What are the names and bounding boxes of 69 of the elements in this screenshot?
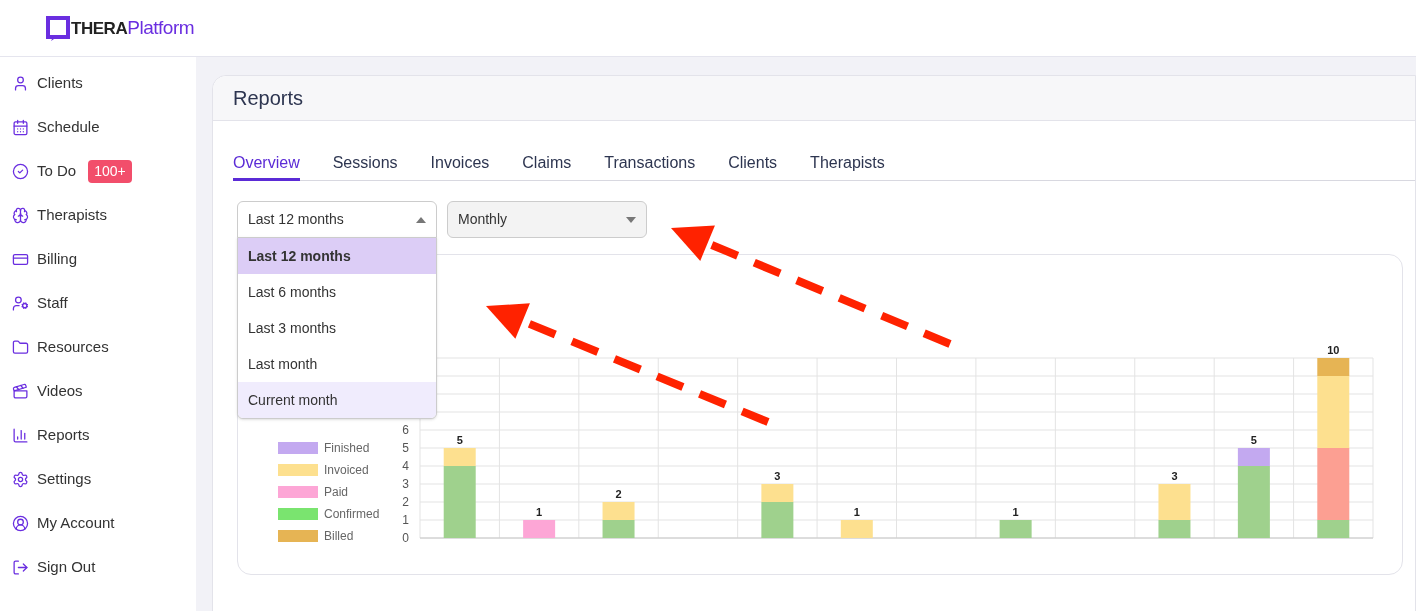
axis-tick-label: 2 [402, 495, 409, 509]
sidebar-item[interactable]: Sign Out [0, 545, 196, 589]
bar-chart-icon [12, 426, 29, 444]
account-icon [12, 514, 29, 532]
caret-icon [416, 216, 426, 223]
sidebar-item[interactable]: Videos [0, 369, 196, 413]
dropdown-option[interactable]: Last 6 months [238, 274, 436, 310]
count-badge: 100+ [88, 159, 132, 183]
settings-icon [12, 470, 29, 488]
bar-total-label: 5 [1250, 434, 1257, 446]
sidebar-item[interactable]: Schedule [0, 105, 196, 149]
sidebar-item[interactable]: Clients [0, 61, 196, 105]
legend-label: Finished [324, 440, 370, 457]
dropdown-option[interactable]: Last 12 months [238, 238, 436, 274]
bar-total-label: 10 [1327, 345, 1340, 356]
bar-total-label: 5 [456, 434, 463, 446]
dropdown-option[interactable]: Last month [238, 346, 436, 382]
dropdown-option[interactable]: Last 3 months [238, 310, 436, 346]
logo[interactable]: THERAPlatform [45, 13, 195, 43]
sidebar-item[interactable]: Billing [0, 237, 196, 281]
sidebar-item[interactable]: Staff [0, 281, 196, 325]
logo-text: THERAPlatform [71, 15, 195, 40]
axis-tick-label: 0 [402, 531, 409, 545]
caret-icon [626, 216, 636, 223]
dropdown-option[interactable]: Current month [238, 382, 436, 418]
sign-out-icon [12, 558, 29, 576]
bar-total-label: 3 [774, 470, 781, 482]
bar-segment [602, 502, 635, 520]
calendar-icon [12, 118, 29, 136]
check-circle-icon [12, 162, 29, 180]
bar-segment [999, 520, 1032, 538]
bar-total-label: 2 [615, 488, 622, 500]
tab[interactable]: Clients [728, 147, 778, 181]
bar-total-label: 1 [536, 506, 543, 518]
sidebar-item[interactable]: Therapists [0, 193, 196, 237]
axis-tick-label: 1 [402, 513, 409, 527]
tab[interactable]: Invoices [430, 147, 490, 181]
bar-total-label: 1 [1012, 506, 1019, 518]
axis-tick-label: 6 [402, 423, 409, 437]
folder-icon [12, 338, 29, 356]
bar-segment [840, 520, 873, 538]
tab[interactable]: Sessions [332, 147, 398, 181]
axis-tick-label: 3 [402, 477, 409, 491]
legend-label: Billed [324, 528, 354, 545]
legend-label: Confirmed [324, 506, 380, 523]
tab[interactable]: Therapists [810, 147, 885, 181]
page-title: Reports [233, 86, 304, 111]
sidebar-item[interactable]: To Do 100+ [0, 149, 196, 193]
bar-total-label: 3 [1171, 470, 1178, 482]
axis-tick-label: 5 [402, 441, 409, 455]
bar-total-label: 1 [853, 506, 860, 518]
sidebar-item[interactable]: Reports [0, 413, 196, 457]
sidebar-item[interactable]: Settings [0, 457, 196, 501]
tab[interactable]: Overview [233, 147, 300, 181]
sidebar-item[interactable]: Resources [0, 325, 196, 369]
axis-tick-label: 4 [402, 459, 409, 473]
user-gear-icon [12, 294, 29, 312]
legend-label: Invoiced [324, 462, 369, 479]
sidebar-item[interactable]: My Account [0, 501, 196, 545]
date-range-select[interactable]: Last 12 months [237, 201, 437, 238]
bar-segment [523, 520, 556, 538]
clapperboard-icon [12, 382, 29, 400]
legend-label: Paid [324, 484, 349, 501]
interval-select[interactable]: Monthly [447, 201, 647, 238]
logo-mark-icon [45, 15, 71, 41]
user-icon [12, 74, 29, 92]
tab[interactable]: Claims [522, 147, 572, 181]
tab[interactable]: Transactions [604, 147, 696, 181]
bar-segment [602, 520, 635, 538]
